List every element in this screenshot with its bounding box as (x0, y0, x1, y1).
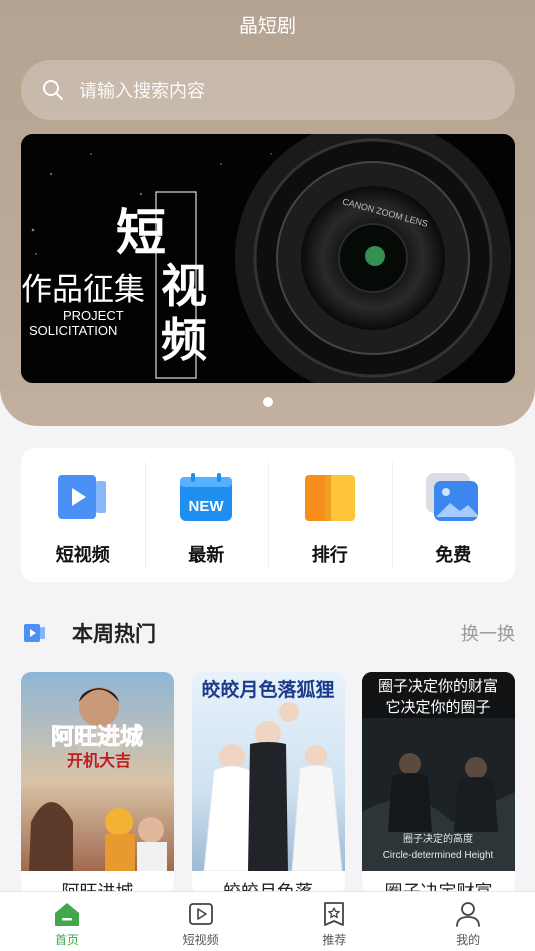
banner-char-video: 视 (161, 259, 207, 313)
refresh-button[interactable]: 换一换 (461, 620, 515, 646)
tab-short-video[interactable]: 短视频 (134, 892, 268, 951)
search-icon (43, 80, 63, 100)
section-title: 本周热门 (72, 622, 156, 646)
ranking-book-icon (304, 475, 355, 521)
tab-label: 推荐 (322, 933, 347, 947)
poster-caption-cn: 圈子决定的高度 (403, 832, 473, 845)
tab-recommend[interactable]: 推荐 (268, 892, 402, 951)
search-bar[interactable]: 请输入搜索内容 (21, 60, 515, 120)
category-label: 短视频 (55, 545, 110, 566)
video-icon (57, 475, 106, 519)
category-newest[interactable]: NEW 最新 (144, 448, 269, 582)
poster-overlay-title: 阿旺进城 (51, 723, 143, 750)
poster-card[interactable]: 圈子决定你的财富 它决定你的圈子 圈子决定的高度 Circle-determin… (362, 672, 515, 894)
poster-card[interactable]: 阿旺进城 开机大吉 阿旺进城 (21, 672, 174, 894)
free-image-icon (426, 473, 479, 521)
svg-text:NEW: NEW (189, 498, 225, 515)
bottom-tab-bar: 首页 短视频 推荐 我的 (0, 891, 535, 951)
banner-page-indicator[interactable] (263, 397, 273, 407)
tab-home[interactable]: 首页 (0, 892, 134, 951)
promo-banner[interactable]: CANON ZOOM LENS 短 视 频 作品征集 PROJECT SOLIC… (21, 134, 515, 383)
banner-image: CANON ZOOM LENS 短 视 频 作品征集 PROJECT SOLIC… (21, 134, 515, 383)
poster-image: 阿旺进城 开机大吉 (21, 672, 174, 871)
poster-overlay-line1: 圈子决定你的财富 (378, 677, 498, 695)
banner-project: PROJECT (63, 308, 124, 323)
play-square-icon (188, 903, 213, 925)
category-card: 短视频 NEW 最新 排行 免费 (21, 448, 515, 582)
poster-overlay-sub: 开机大吉 (67, 751, 131, 770)
banner-char-freq: 频 (161, 313, 207, 367)
banner-solicitation: SOLICITATION (29, 323, 117, 338)
person-icon (456, 902, 481, 927)
category-label: 最新 (188, 545, 225, 566)
poster-list: 阿旺进城 开机大吉 阿旺进城 皎皎月色落狐狸 皎皎月色落 圈子决定你的财富 它决… (21, 672, 515, 894)
section-video-icon (24, 624, 45, 642)
tab-label: 我的 (456, 933, 481, 947)
poster-image: 圈子决定你的财富 它决定你的圈子 圈子决定的高度 Circle-determin… (362, 672, 515, 871)
poster-overlay-title: 皎皎月色落狐狸 (201, 678, 334, 701)
category-label: 排行 (311, 545, 348, 566)
tab-label: 短视频 (182, 933, 219, 947)
tab-mine[interactable]: 我的 (401, 892, 535, 951)
search-placeholder: 请输入搜索内容 (79, 81, 205, 102)
poster-overlay-line2: 它决定你的圈子 (385, 698, 490, 716)
poster-caption-en: Circle-determined Height (383, 850, 494, 861)
banner-collect: 作品征集 (21, 272, 145, 308)
banner-char-short: 短 (116, 203, 166, 262)
app-title: 晶短剧 (238, 15, 296, 37)
category-ranking[interactable]: 排行 (268, 448, 392, 582)
weekly-hot-header: 本周热门 换一换 (24, 617, 515, 649)
category-label: 免费 (435, 545, 472, 566)
tab-label: 首页 (54, 933, 79, 947)
category-free[interactable]: 免费 (391, 448, 516, 582)
star-bookmark-icon (324, 902, 345, 926)
category-short-video[interactable]: 短视频 (21, 448, 145, 582)
poster-card[interactable]: 皎皎月色落狐狸 皎皎月色落 (191, 672, 345, 894)
new-calendar-icon: NEW (180, 473, 233, 521)
home-icon (54, 903, 79, 926)
poster-image: 皎皎月色落狐狸 (191, 672, 345, 871)
